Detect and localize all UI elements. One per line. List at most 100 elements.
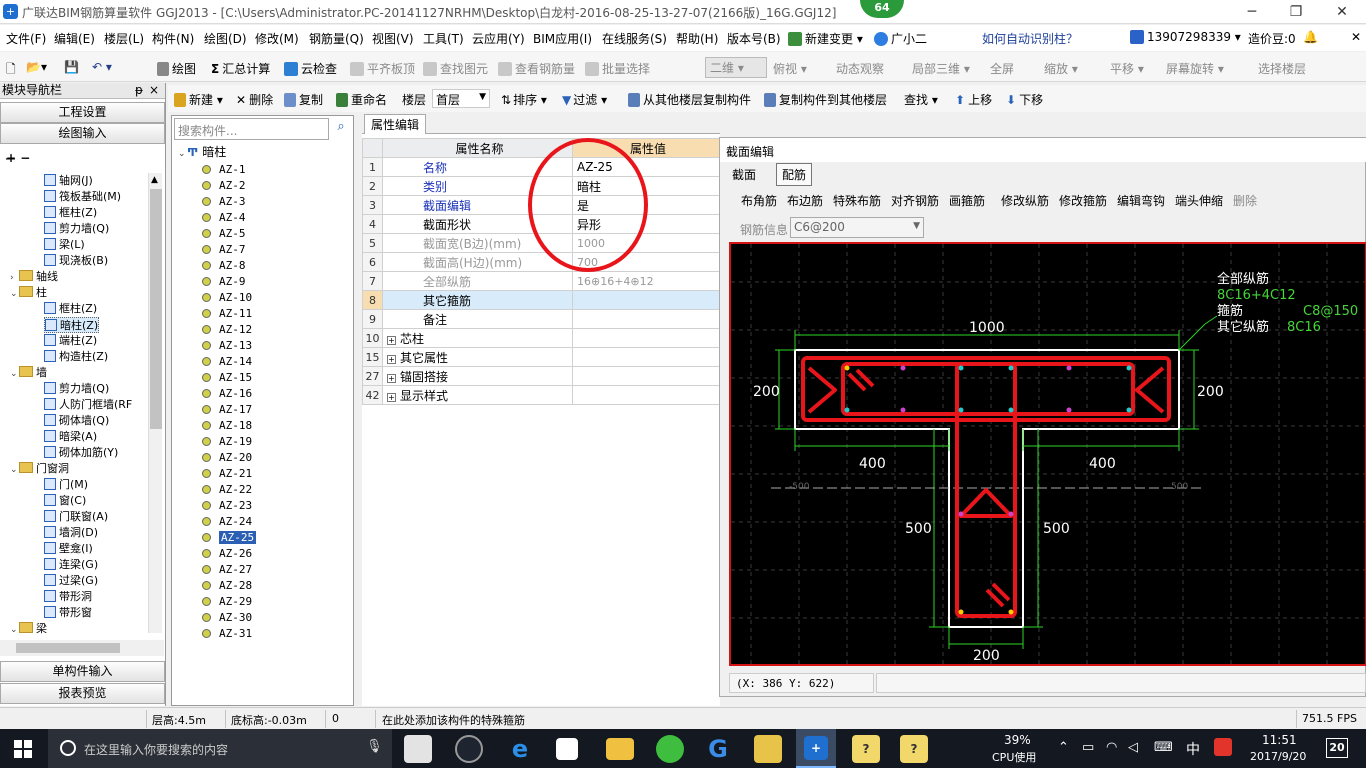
component-item[interactable]: AZ-15 [202,370,252,386]
nav-tree-item[interactable]: 框柱(Z) [44,301,97,317]
section-canvas[interactable]: 1000 200 200 400 400 500 500 200 -500 50… [729,242,1366,666]
find-button[interactable]: 查找 ▾ [904,91,938,108]
close-button[interactable]: ✕ [1322,2,1362,22]
undo-icon[interactable]: ↶ ▾ [92,60,112,74]
windows-start-icon[interactable] [14,740,32,758]
wifi-icon[interactable]: ◠ [1106,740,1117,755]
batch-select-button[interactable]: 批量选择 [585,60,650,77]
component-item[interactable]: AZ-3 [202,194,246,210]
nav-tree-item[interactable]: 门联窗(A) [44,509,108,525]
end-stretch-button[interactable]: 端头伸缩 [1175,192,1223,209]
nav-tree-item[interactable]: 筏板基础(M) [44,189,121,205]
ime-indicator[interactable]: 中 [1186,739,1200,759]
nav-tree-item[interactable]: 构造柱(Z) [44,349,108,365]
nav-tree-item[interactable]: 壁龛(I) [44,541,93,557]
property-row[interactable]: 10 + 芯柱 [362,328,720,348]
glodon-g-icon[interactable]: G [704,735,732,763]
component-item[interactable]: AZ-17 [202,402,252,418]
menu-floor[interactable]: 楼层(L) [104,30,144,47]
menu-version[interactable]: 版本号(B) [727,30,781,47]
nav-hscrollbar[interactable] [0,640,164,656]
top-view-button[interactable]: 俯视 ▾ [773,60,807,77]
find-element-button[interactable]: 查找图元 [423,60,488,77]
bell-icon[interactable]: 🔔 [1303,30,1318,44]
maximize-button[interactable]: ❐ [1276,2,1316,22]
browser-icon[interactable] [656,735,684,763]
view-mode-select[interactable]: 二维 ▾ [705,57,767,78]
component-item[interactable]: AZ-31 [202,626,252,642]
nav-tree-item[interactable]: ⌄ 柱 [10,285,47,301]
delete-button[interactable]: ✕ 删除 [236,91,273,108]
nav-tree-item[interactable]: 暗柱(Z) [44,317,100,333]
component-item[interactable]: AZ-7 [202,242,246,258]
draw-input-button[interactable]: 绘图输入 [0,123,165,144]
component-item[interactable]: AZ-30 [202,610,252,626]
nav-tree-item[interactable]: 框柱(Z) [44,205,97,221]
full-screen-button[interactable]: 全屏 [990,60,1014,77]
expand-plus-icon[interactable]: + [387,392,396,402]
nav-tree-item[interactable]: 窗(C) [44,493,86,509]
component-item[interactable]: AZ-11 [202,306,252,322]
menu-cloud[interactable]: 云应用(Y) [472,30,525,47]
rename-button[interactable]: 重命名 [336,91,387,108]
tree-expand-icon[interactable]: ⌄ [10,622,19,638]
tree-expand-icon[interactable]: ⌄ [10,286,19,302]
nav-tree-item[interactable]: 带形窗 [44,605,92,621]
component-item[interactable]: AZ-21 [202,466,252,482]
property-value[interactable] [572,347,720,367]
component-item[interactable]: AZ-4 [202,210,246,226]
taskview-icon[interactable] [404,735,432,763]
property-row[interactable]: 27 + 锚固搭接 [362,366,720,386]
tray-network-icon[interactable]: ▭ [1082,740,1094,755]
component-item[interactable]: AZ-8 [202,258,246,274]
cloud-check-button[interactable]: 云检查 [284,60,337,77]
new-component-button[interactable]: 新建 ▾ [174,91,223,108]
component-item[interactable]: AZ-10 [202,290,252,306]
expand-plus-icon[interactable]: + [387,373,396,383]
expand-plus-icon[interactable]: + [387,335,396,345]
ggj-app-icon[interactable]: + [796,729,836,768]
menu-edit[interactable]: 编辑(E) [54,30,95,47]
nav-tree-item[interactable]: 剪力墙(Q) [44,381,109,397]
nav-tree-item[interactable]: 人防门框墙(RF [44,397,132,413]
tree-expand-icon[interactable]: ⌄ [10,462,19,478]
nav-tree-item[interactable]: ⌄ 梁 [10,621,47,637]
store-icon[interactable] [556,738,578,760]
component-item[interactable]: AZ-28 [202,578,252,594]
menu-rebar[interactable]: 钢筋量(Q) [309,30,364,47]
component-item[interactable]: AZ-19 [202,434,252,450]
property-value[interactable] [572,385,720,405]
nav-tree-item[interactable]: 暗梁(A) [44,429,97,445]
menu-file[interactable]: 文件(F) [6,30,46,47]
menu-bim[interactable]: BIM应用(I) [533,30,592,47]
component-item[interactable]: AZ-29 [202,594,252,610]
edge-icon[interactable]: e [506,735,534,763]
nav-scrollbar[interactable]: ▲ [148,173,162,633]
select-floor-button[interactable]: 选择楼层 [1258,60,1306,77]
nav-tree-item[interactable]: 砌体墙(Q) [44,413,109,429]
expand-plus-icon[interactable]: + [387,354,396,364]
copy-from-floor-button[interactable]: 从其他楼层复制构件 [628,91,751,108]
close-doc-icon[interactable]: ✕ [1351,30,1361,44]
property-value[interactable] [572,328,720,348]
floor-select[interactable]: 首层 ▼ [432,89,490,108]
property-row[interactable]: 7 全部纵筋 16⊕16+4⊕12 [362,271,720,291]
tree-expand-icon[interactable]: ⌄ [10,366,19,382]
scroll-thumb[interactable] [150,189,162,429]
modify-stirrup-button[interactable]: 修改箍筋 [1059,192,1107,209]
keyboard-icon[interactable]: ⌨ [1154,740,1173,755]
clock-time[interactable]: 11:51 [1262,733,1297,747]
property-row[interactable]: 15 + 其它属性 [362,347,720,367]
flat-top-button[interactable]: 平齐板顶 [350,60,415,77]
component-item[interactable]: AZ-27 [202,562,252,578]
menu-view[interactable]: 视图(V) [372,30,414,47]
single-input-button[interactable]: 单构件输入 [0,661,165,682]
nav-tree-item[interactable]: 端柱(Z) [44,333,97,349]
scroll-up-icon[interactable]: ▲ [151,175,158,185]
microphone-icon[interactable]: 🎙 [366,739,383,754]
nav-tree-item[interactable]: 连梁(G) [44,557,98,573]
menu-help[interactable]: 帮助(H) [676,30,718,47]
search-icon[interactable]: ⌕ [331,119,351,139]
menu-new-change[interactable]: 新建变更 ▾ [788,30,863,47]
edge-rebar-button[interactable]: 布边筋 [787,192,823,209]
